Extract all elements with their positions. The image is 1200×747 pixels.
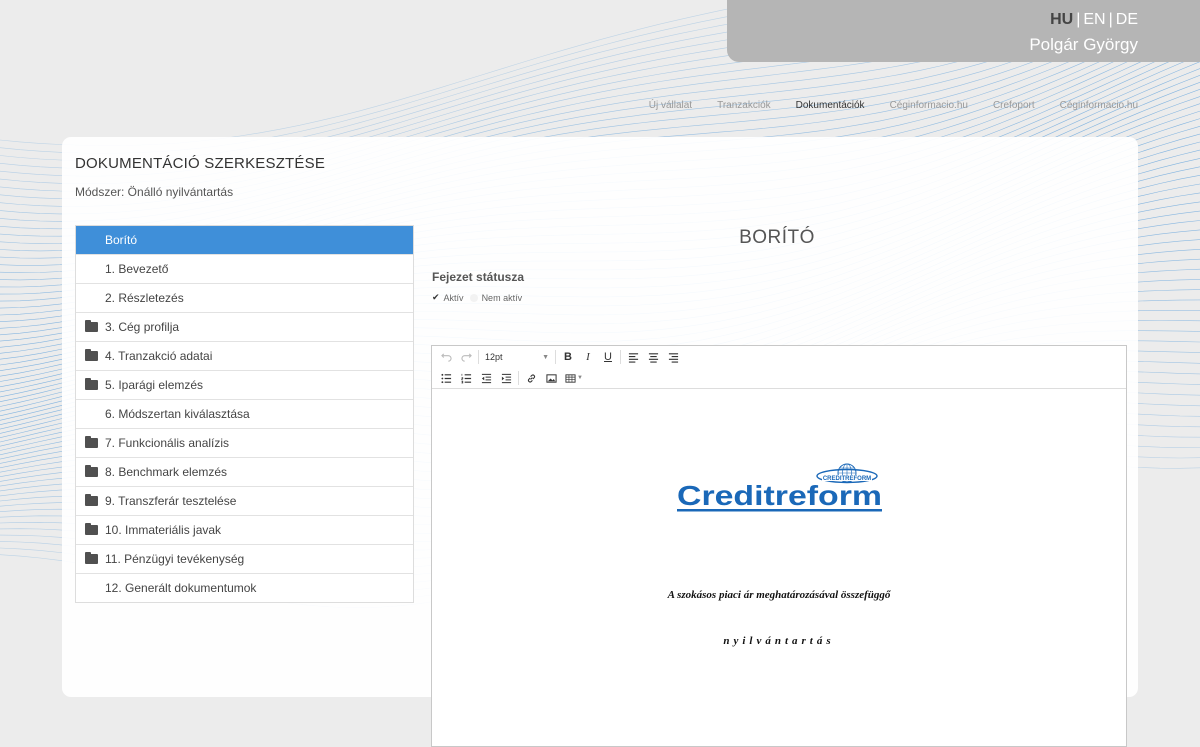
toolbar-divider <box>518 371 519 385</box>
chapter-menu-label: 7. Funkcionális analízis <box>105 436 230 450</box>
folder-icon <box>85 320 98 332</box>
folder-icon <box>85 436 98 448</box>
editor-toolbar: 12pt ▼ B I U ▼ <box>432 346 1126 389</box>
nav-ceginformacio[interactable]: Céginformacio.hu <box>890 100 968 111</box>
chapter-menu-label: 5. Iparági elemzés <box>105 378 204 392</box>
chapter-menu-label: 3. Cég profilja <box>105 320 180 334</box>
radio-empty-icon <box>469 293 478 302</box>
chevron-down-icon: ▼ <box>542 353 549 361</box>
main-nav: Új vállalat Tranzakciók Dokumentációk Cé… <box>649 100 1138 111</box>
chapter-menu-item[interactable]: 8. Benchmark elemzés <box>76 458 413 487</box>
lang-en[interactable]: EN <box>1083 11 1105 28</box>
numbered-list-icon[interactable] <box>456 369 476 387</box>
editor-content[interactable]: CREDITREFORM Creditreform A szokásos pia… <box>432 389 1126 746</box>
chapter-menu-item[interactable]: 1. Bevezető <box>76 255 413 284</box>
font-size-value: 12pt <box>485 352 503 362</box>
lang-separator: | <box>1076 11 1081 28</box>
main-card: DOKUMENTÁCIÓ SZERKESZTÉSE Módszer: Önáll… <box>62 137 1138 747</box>
lang-de[interactable]: DE <box>1116 11 1138 28</box>
user-panel: HU | EN | DE Polgár György <box>727 0 1200 62</box>
chapter-menu-item[interactable]: 7. Funkcionális analízis <box>76 429 413 458</box>
section-title: BORÍTÓ <box>739 227 815 248</box>
chapter-menu-label: 4. Tranzakció adatai <box>105 349 213 363</box>
nav-transactions[interactable]: Tranzakciók <box>717 100 771 111</box>
document-heading-line: A szokásos piaci ár meghatározásával öss… <box>667 589 891 601</box>
chapter-menu-label: 1. Bevezető <box>105 262 169 276</box>
toolbar-divider <box>620 350 621 364</box>
lang-hu[interactable]: HU <box>1050 11 1073 28</box>
chapter-status-label: Fejezet státusza <box>432 270 525 284</box>
chapter-menu-item[interactable]: 5. Iparági elemzés <box>76 371 413 400</box>
toolbar-divider <box>478 350 479 364</box>
indent-icon[interactable] <box>496 369 516 387</box>
folder-icon <box>85 494 98 506</box>
italic-icon[interactable]: I <box>578 348 598 366</box>
align-right-icon[interactable] <box>663 348 683 366</box>
chapter-menu-item[interactable]: 10. Immateriális javak <box>76 516 413 545</box>
bullet-list-icon[interactable] <box>436 369 456 387</box>
page-title: DOKUMENTÁCIÓ SZERKESZTÉSE <box>75 155 326 172</box>
chapter-menu-item[interactable]: 4. Tranzakció adatai <box>76 342 413 371</box>
chapter-menu-item[interactable]: 9. Transzferár tesztelése <box>76 487 413 516</box>
link-icon[interactable] <box>521 369 541 387</box>
chapter-menu-item[interactable]: Borító <box>76 226 413 255</box>
user-name[interactable]: Polgár György <box>1029 35 1138 55</box>
align-left-icon[interactable] <box>623 348 643 366</box>
redo-icon[interactable] <box>456 348 476 366</box>
nav-new-company[interactable]: Új vállalat <box>649 100 692 111</box>
creditreform-logo: CREDITREFORM Creditreform <box>677 463 882 512</box>
nav-documentations[interactable]: Dokumentációk <box>796 100 865 111</box>
folder-icon <box>85 523 98 535</box>
check-icon: ✔ <box>432 292 440 302</box>
language-switcher: HU | EN | DE <box>1050 11 1138 29</box>
nav-crefoport[interactable]: Crefoport <box>993 100 1035 111</box>
chapter-menu-item[interactable]: 11. Pénzügyi tevékenység <box>76 545 413 574</box>
folder-icon <box>85 378 98 390</box>
chapter-menu-label: 11. Pénzügyi tevékenység <box>105 552 245 566</box>
align-center-icon[interactable] <box>643 348 663 366</box>
status-inactive-radio[interactable]: Nem aktív <box>469 292 523 303</box>
folder-icon <box>85 465 98 477</box>
image-icon[interactable] <box>541 369 561 387</box>
document-subheading-line: nyilvántartás <box>723 635 835 647</box>
outdent-icon[interactable] <box>476 369 496 387</box>
chapter-menu-label: 9. Transzferár tesztelése <box>105 494 237 508</box>
chapter-menu-label: 10. Immateriális javak <box>105 523 222 537</box>
chapter-menu-label: 6. Módszertan kiválasztása <box>105 407 250 421</box>
chapter-menu-item[interactable]: 12. Generált dokumentumok <box>76 574 413 602</box>
folder-icon <box>85 552 98 564</box>
chapter-status-options: ✔ Aktív Nem aktív <box>432 292 522 303</box>
lang-separator: | <box>1108 11 1113 28</box>
font-size-select[interactable]: 12pt ▼ <box>481 348 553 366</box>
chapter-menu-item[interactable]: 6. Módszertan kiválasztása <box>76 400 413 429</box>
chapter-menu-label: 8. Benchmark elemzés <box>105 465 228 479</box>
status-active-radio[interactable]: ✔ Aktív <box>432 292 464 303</box>
chapter-menu: Borító 1. Bevezető 2. Részletezés 3. Cég pr… <box>75 225 414 603</box>
undo-icon[interactable] <box>436 348 456 366</box>
toolbar-divider <box>555 350 556 364</box>
table-icon[interactable]: ▼ <box>561 369 587 387</box>
underline-icon[interactable]: U <box>598 348 618 366</box>
chapter-menu-label: 2. Részletezés <box>105 291 184 305</box>
chapter-menu-item[interactable]: 3. Cég profilja <box>76 313 413 342</box>
chapter-menu-label: Borító <box>105 233 138 247</box>
chapter-menu-item[interactable]: 2. Részletezés <box>76 284 413 313</box>
rich-text-editor: 12pt ▼ B I U ▼ CREDITREFORM Creditreform… <box>431 345 1127 747</box>
status-inactive-label: Nem aktív <box>481 292 523 303</box>
svg-text:Creditreform: Creditreform <box>677 480 882 511</box>
chapter-menu-label: 12. Generált dokumentumok <box>105 581 257 595</box>
bold-icon[interactable]: B <box>558 348 578 366</box>
status-active-label: Aktív <box>443 292 464 303</box>
nav-ceginformacio-2[interactable]: Céginformacio.hu <box>1060 100 1138 111</box>
method-label: Módszer: Önálló nyilvántartás <box>75 185 234 199</box>
folder-icon <box>85 349 98 361</box>
